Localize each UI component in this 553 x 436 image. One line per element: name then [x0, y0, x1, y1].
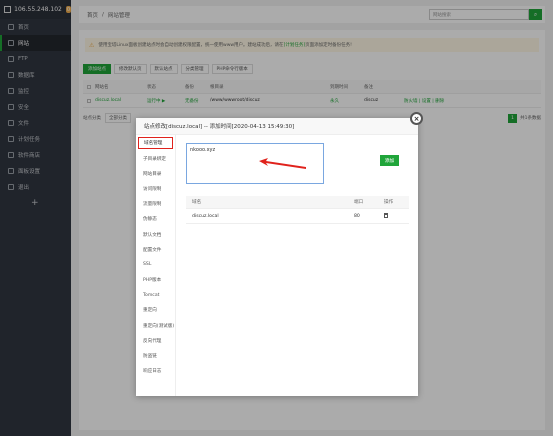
modal-nav-item-0[interactable]: 域名管理 [138, 137, 173, 149]
domain-cell: discuz.local [192, 213, 219, 219]
domain-table: 域名 端口 操作 discuz.local 80 [186, 196, 409, 224]
modal-nav-item-14[interactable]: 防盗链 [136, 348, 175, 363]
modal-nav-item-10[interactable]: Tomcat [136, 288, 175, 303]
table-row: discuz.local 80 [186, 209, 409, 224]
modal-nav-item-11[interactable]: 重定向 [136, 303, 175, 318]
trash-icon [384, 212, 388, 218]
domain-table-header: 域名 端口 操作 [186, 196, 409, 209]
modal-nav-item-15[interactable]: 响应日志 [136, 364, 175, 379]
modal-nav-item-3[interactable]: 访问限制 [136, 181, 175, 196]
domain-col-header: 域名 [192, 200, 202, 205]
red-arrow-annotation [259, 158, 306, 169]
close-icon: × [413, 114, 420, 123]
modal-title: 站点修改[discuz.local] -- 添加时间[2020-04-13 15… [136, 118, 418, 135]
site-edit-modal: 站点修改[discuz.local] -- 添加时间[2020-04-13 15… [136, 112, 423, 396]
modal-nav-item-9[interactable]: PHP版本 [136, 273, 175, 288]
modal-nav: 域名管理子目录绑定 网站目录 访问限制 流量限制 伪静态 默认文档 配置文件 SSL PHP版本… [136, 135, 176, 396]
delete-button[interactable] [384, 212, 409, 220]
close-button[interactable]: × [410, 112, 423, 125]
port-col-header: 端口 [354, 200, 364, 205]
add-domain-button[interactable]: 添加 [380, 155, 399, 166]
modal-nav-item-6[interactable]: 默认文档 [136, 227, 175, 242]
action-col-header: 操作 [384, 200, 394, 205]
modal-nav-item-7[interactable]: 配置文件 [136, 242, 175, 257]
modal-nav-item-12[interactable]: 重定向(测试版) [136, 318, 175, 333]
modal-nav-item-13[interactable]: 反向代理 [136, 333, 175, 348]
domain-management-panel: nkooo.xyz 添加 域名 端口 操作 discuz.local 80 [176, 135, 418, 396]
modal-nav-item-1[interactable]: 子目录绑定 [136, 151, 175, 166]
modal-nav-item-4[interactable]: 流量限制 [136, 197, 175, 212]
port-cell: 80 [354, 213, 360, 219]
modal-nav-item-5[interactable]: 伪静态 [136, 212, 175, 227]
modal-nav-item-8[interactable]: SSL [136, 257, 175, 272]
modal-nav-item-2[interactable]: 网站目录 [136, 166, 175, 181]
